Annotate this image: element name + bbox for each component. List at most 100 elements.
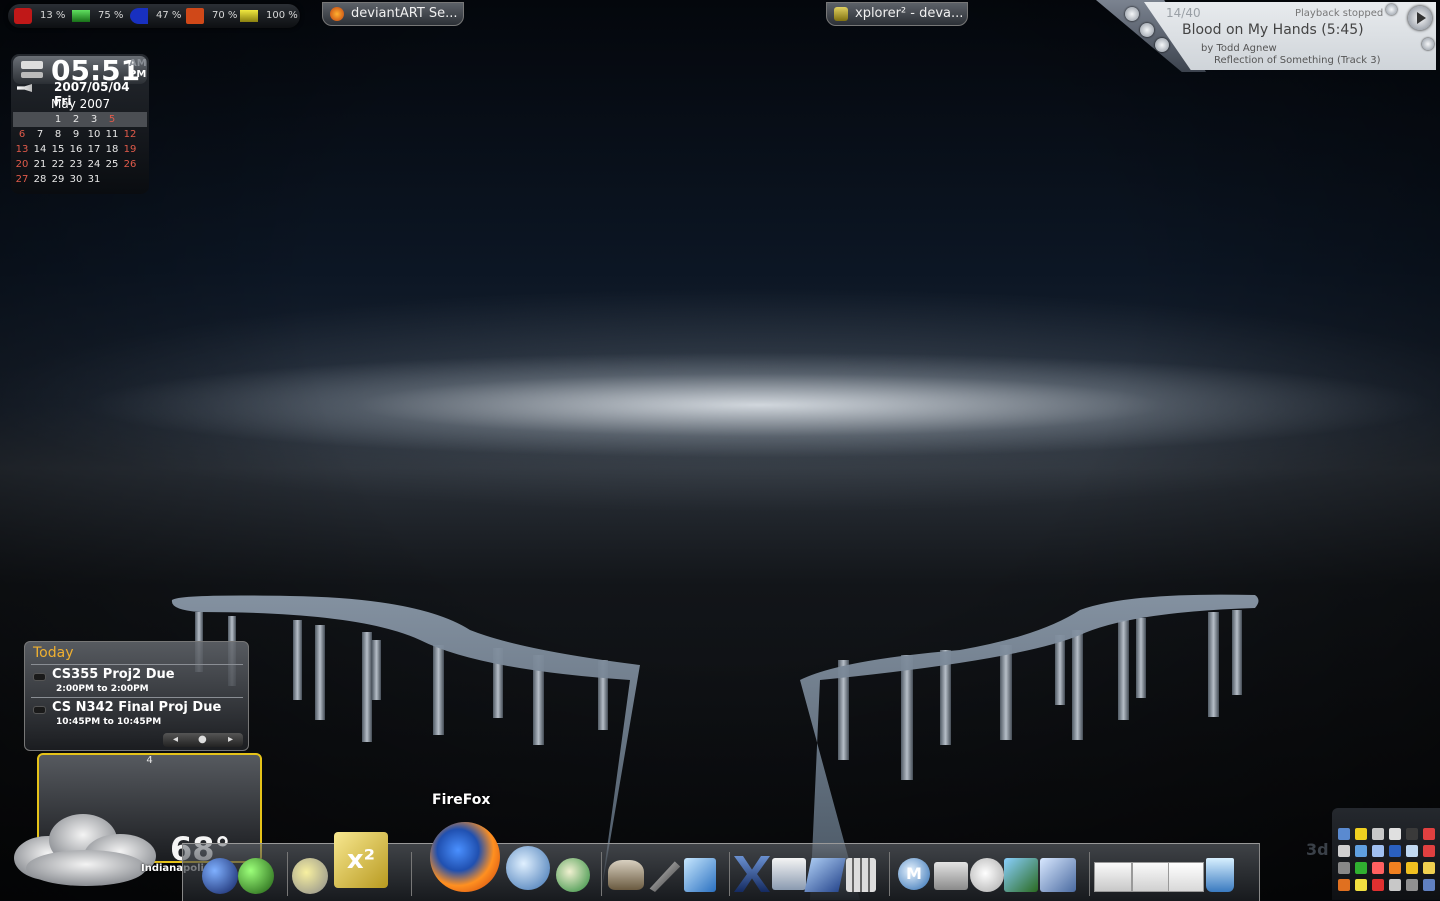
prev-arrow-icon[interactable]: ◂ — [173, 733, 178, 747]
green-globe-icon[interactable] — [238, 858, 274, 894]
notepad-icon[interactable] — [804, 858, 846, 892]
calendar-day[interactable]: 1 — [49, 112, 67, 127]
tray-antivirus-icon[interactable] — [1372, 862, 1384, 874]
clock-widget[interactable]: 05:51 AM PM 2007/05/04 Fri May 2007 1234… — [11, 54, 262, 863]
tray-clock-icon[interactable] — [1423, 879, 1435, 891]
calendar-icon[interactable] — [556, 858, 590, 892]
volume-icon[interactable] — [17, 84, 32, 92]
calendar-day[interactable]: 13 — [13, 142, 31, 157]
calendar-day[interactable]: 17 — [85, 142, 103, 157]
text-window-icon[interactable] — [1168, 862, 1204, 892]
calendar-grid: 1 2 3 4 5 6 7 8 9 10 11 12 13 14 15 16 17 18 19 20 21 22 23 24 2… — [13, 112, 262, 863]
calendar-day[interactable]: 18 — [103, 142, 121, 157]
minimize-button[interactable] — [1140, 23, 1154, 37]
notes-icon[interactable] — [292, 858, 328, 894]
calendar-day[interactable]: 31 — [85, 172, 103, 187]
close-button[interactable] — [1155, 38, 1169, 52]
taskbar-button-deviantart[interactable]: deviantART Se... — [322, 2, 464, 26]
today-event[interactable]: CS N342 Final Proj Due 10:45PM to 10:45P… — [31, 697, 243, 730]
tray-fire-icon[interactable] — [1372, 879, 1384, 891]
next-track-button[interactable] — [1422, 38, 1434, 50]
tray-status-icon[interactable] — [1355, 862, 1367, 874]
calendar-week-row: 20 21 22 23 24 25 26 — [13, 157, 147, 172]
calendar-day[interactable]: 30 — [67, 172, 85, 187]
window-close-icon[interactable] — [934, 862, 968, 890]
tray-chat-icon[interactable] — [1423, 862, 1435, 874]
calendar-day[interactable]: 29 — [49, 172, 67, 187]
calendar-day[interactable]: 7 — [31, 127, 49, 142]
calendar-day[interactable]: 25 — [103, 157, 121, 172]
calculator-icon[interactable] — [846, 858, 876, 892]
calendar-day[interactable]: 22 — [49, 157, 67, 172]
today-nav: ◂ ● ▸ — [163, 733, 243, 747]
calendar-day[interactable]: 5 — [103, 112, 121, 127]
calendar-day[interactable]: 24 — [85, 157, 103, 172]
calendar-day[interactable]: 15 — [49, 142, 67, 157]
recycle-bin-icon[interactable] — [1206, 858, 1234, 892]
paint-icon[interactable] — [684, 858, 716, 892]
document-window-icon[interactable] — [1132, 862, 1170, 892]
calendar-day[interactable]: 14 — [31, 142, 49, 157]
firefox-icon[interactable] — [430, 822, 500, 892]
calendar-day[interactable]: 28 — [31, 172, 49, 187]
explorer-window-icon[interactable] — [1094, 862, 1132, 892]
tray-usb-icon[interactable] — [1389, 828, 1401, 840]
signal-icon — [21, 72, 43, 78]
system-meter-bar: 13 % 75 % 47 % 70 % 100 % — [8, 4, 300, 28]
tray-monitor-icon[interactable] — [1372, 845, 1384, 857]
tray-update-icon[interactable] — [1389, 845, 1401, 857]
clock-icon[interactable] — [970, 858, 1004, 892]
calendar-day[interactable]: 21 — [31, 157, 49, 172]
firefox-icon — [330, 7, 344, 21]
xplorer-icon — [834, 7, 848, 21]
calendar-day[interactable]: 11 — [103, 127, 121, 142]
previous-track-button[interactable] — [1386, 4, 1397, 15]
calendar-day[interactable]: 27 — [13, 172, 31, 187]
eject-button[interactable] — [1125, 7, 1139, 21]
globe-icon[interactable] — [202, 858, 238, 894]
calendar-day[interactable]: 12 — [121, 127, 139, 142]
tray-drive-icon[interactable] — [1372, 828, 1384, 840]
system-tray — [1332, 808, 1440, 900]
tray-volume-icon[interactable] — [1389, 862, 1401, 874]
tray-messenger-icon[interactable] — [1406, 862, 1418, 874]
virtual-pc-icon[interactable] — [1040, 858, 1076, 892]
terminal-icon[interactable] — [772, 858, 806, 890]
tray-printer-icon[interactable] — [1338, 862, 1350, 874]
play-button[interactable] — [1408, 6, 1432, 30]
calendar-day[interactable]: 20 — [13, 157, 31, 172]
tray-firewall-icon[interactable] — [1423, 828, 1435, 840]
tray-display-icon[interactable] — [1406, 845, 1418, 857]
gimp-icon[interactable] — [608, 860, 644, 890]
calendar-day[interactable]: 6 — [13, 127, 31, 142]
calendar-day[interactable]: 8 — [49, 127, 67, 142]
tray-power-icon[interactable] — [1355, 879, 1367, 891]
calendar-day[interactable]: 3 — [85, 112, 103, 127]
today-event[interactable]: CS355 Proj2 Due 2:00PM to 2:00PM — [31, 664, 243, 697]
tray-network-icon[interactable] — [1338, 828, 1350, 840]
tray-app-icon[interactable] — [1406, 828, 1418, 840]
calendar-day[interactable]: 2 — [67, 112, 85, 127]
taskbar-button-xplorer[interactable]: xplorer² - deva... — [826, 2, 968, 26]
refresh-icon[interactable]: ● — [198, 733, 207, 747]
maxthon-icon[interactable]: M — [898, 858, 930, 890]
calendar-day[interactable]: 16 — [67, 142, 85, 157]
xplorer2-icon[interactable]: x² — [334, 832, 388, 888]
calendar-day[interactable]: 10 — [85, 127, 103, 142]
calendar-day[interactable]: 23 — [67, 157, 85, 172]
thunderbird-icon[interactable] — [506, 846, 550, 890]
disk-meter-value: 70 % — [212, 10, 238, 21]
tray-media-icon[interactable] — [1338, 879, 1350, 891]
tray-lock-icon[interactable] — [1406, 879, 1418, 891]
calendar-day[interactable]: 9 — [67, 127, 85, 142]
tray-mouse-icon[interactable] — [1338, 845, 1350, 857]
tray-lightning-icon[interactable] — [1355, 828, 1367, 840]
calendar-day[interactable]: 26 — [121, 157, 139, 172]
next-arrow-icon[interactable]: ▸ — [228, 733, 233, 747]
tray-window-icon[interactable] — [1389, 879, 1401, 891]
today-widget: Today CS355 Proj2 Due 2:00PM to 2:00PM C… — [24, 641, 249, 751]
network-icon[interactable] — [1004, 858, 1038, 892]
calendar-day[interactable]: 19 — [121, 142, 139, 157]
tray-bluetooth-icon[interactable] — [1355, 845, 1367, 857]
tray-alert-icon[interactable] — [1423, 845, 1435, 857]
